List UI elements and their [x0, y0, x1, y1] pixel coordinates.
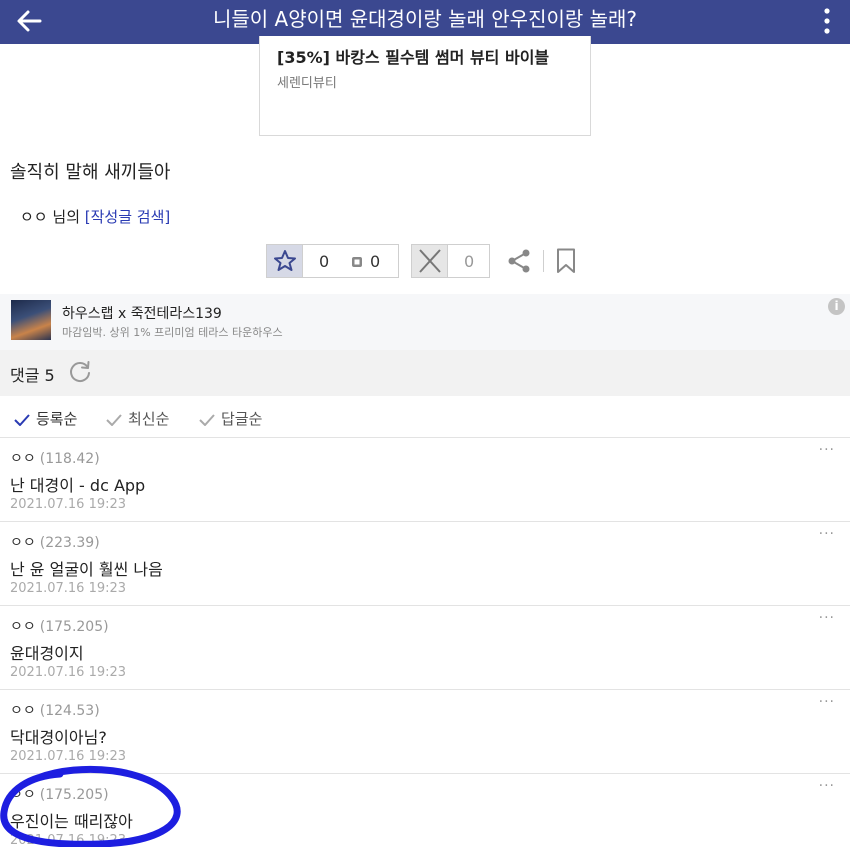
sort-replies[interactable]: 답글순 [199, 408, 262, 429]
star-upvote-icon [274, 250, 296, 271]
comment-date: 2021.07.16 19:23 [10, 749, 127, 764]
comment-date: 2021.07.16 19:23 [10, 497, 127, 512]
comment-text: 난 대경이 - dc App [10, 476, 146, 495]
comment-item: ㅇㅇ (118.42) 난 대경이 - dc App 2021.07.16 19:… [0, 438, 850, 522]
comment-date: 2021.07.16 19:23 [10, 581, 127, 596]
ad-subtitle: 세렌디뷰티 [277, 76, 337, 91]
more-vertical-icon[interactable] [822, 6, 832, 36]
comment-item: ㅇㅇ (175.205) 우진이는 때리잖아 2021.07.16 19:23 ·… [0, 774, 850, 847]
search-posts-link[interactable]: [작성글 검색] [85, 208, 170, 226]
comment-author[interactable]: ㅇㅇ (118.42) [10, 448, 100, 468]
upvote-button[interactable] [267, 245, 303, 277]
arrow-left-icon[interactable] [14, 6, 44, 36]
comment-header: 댓글 5 [0, 350, 850, 396]
info-icon[interactable]: i [828, 298, 845, 315]
refresh-icon[interactable] [68, 360, 92, 384]
promo-thumbnail [11, 300, 51, 340]
author-suffix: 님의 [52, 208, 80, 226]
promo-title[interactable]: 하우스랩 x 죽전테라스139 [62, 303, 222, 323]
comment-item: ㅇㅇ (175.205) 윤대경이지 2021.07.16 19:23 ··· [0, 606, 850, 690]
check-icon [106, 413, 122, 426]
sort-bar: 등록순 최신순 답글순 [0, 396, 850, 438]
post-body: 솔직히 말해 새끼들아 [10, 162, 171, 183]
ad-title[interactable]: [35%] 바캉스 필수템 썸머 뷰티 바이블 [277, 44, 549, 68]
comment-text: 닥대경이아님? [10, 728, 107, 747]
ad-card[interactable]: [35%] 바캉스 필수템 썸머 뷰티 바이블 세렌디뷰티 [259, 36, 591, 136]
promo-subtitle: 마감임박. 상위 1% 프리미엄 테라스 타운하우스 [62, 326, 283, 339]
downvote-button[interactable] [412, 245, 448, 277]
comment-author[interactable]: ㅇㅇ (175.205) [10, 616, 109, 636]
fixed-upvote-count: 0 [370, 252, 381, 271]
x-downvote-icon [419, 249, 441, 273]
comment-more-button[interactable]: ··· [819, 442, 835, 458]
divider [543, 250, 544, 272]
upvote-count: 0 [319, 252, 330, 271]
fixed-upvote-icon [352, 257, 362, 267]
author-line: ㅇㅇ 님의 [작성글 검색] [20, 206, 170, 227]
bookmark-icon[interactable] [556, 248, 576, 274]
comment-text: 윤대경이지 [10, 644, 84, 663]
comment-item: ㅇㅇ (124.53) 닥대경이아님? 2021.07.16 19:23 ··· [0, 690, 850, 774]
downvote-count: 0 [464, 252, 475, 271]
author-name: ㅇㅇ [20, 208, 48, 226]
sort-registered[interactable]: 등록순 [14, 408, 77, 429]
comment-more-button[interactable]: ··· [819, 778, 835, 794]
comment-author[interactable]: ㅇㅇ (175.205) [10, 784, 109, 804]
sort-label: 답글순 [221, 410, 263, 428]
comment-author[interactable]: ㅇㅇ (124.53) [10, 700, 100, 720]
sort-label: 최신순 [128, 410, 170, 428]
comment-text: 난 윤 얼굴이 훨씬 나음 [10, 560, 163, 579]
promo-banner[interactable]: 하우스랩 x 죽전테라스139 마감임박. 상위 1% 프리미엄 테라스 타운하… [0, 294, 850, 350]
comment-author[interactable]: ㅇㅇ (223.39) [10, 532, 100, 552]
comment-more-button[interactable]: ··· [819, 694, 835, 710]
sort-label: 등록순 [36, 410, 78, 428]
comment-more-button[interactable]: ··· [819, 526, 835, 542]
downvote-box: 0 [411, 244, 490, 278]
sort-latest[interactable]: 최신순 [106, 408, 169, 429]
comment-date: 2021.07.16 19:23 [10, 665, 127, 680]
check-icon [199, 413, 215, 426]
comment-date: 2021.07.16 19:23 [10, 833, 127, 847]
comment-more-button[interactable]: ··· [819, 610, 835, 626]
comment-item: ㅇㅇ (223.39) 난 윤 얼굴이 훨씬 나음 2021.07.16 19:2… [0, 522, 850, 606]
comment-text: 우진이는 때리잖아 [10, 812, 133, 831]
upvote-box: 0 0 [266, 244, 399, 278]
check-icon [14, 413, 30, 426]
share-icon[interactable] [506, 248, 532, 274]
comment-count: 댓글 5 [10, 366, 55, 385]
page-title: 니들이 A양이면 윤대경이랑 놀래 안우진이랑 놀래? [212, 7, 638, 31]
